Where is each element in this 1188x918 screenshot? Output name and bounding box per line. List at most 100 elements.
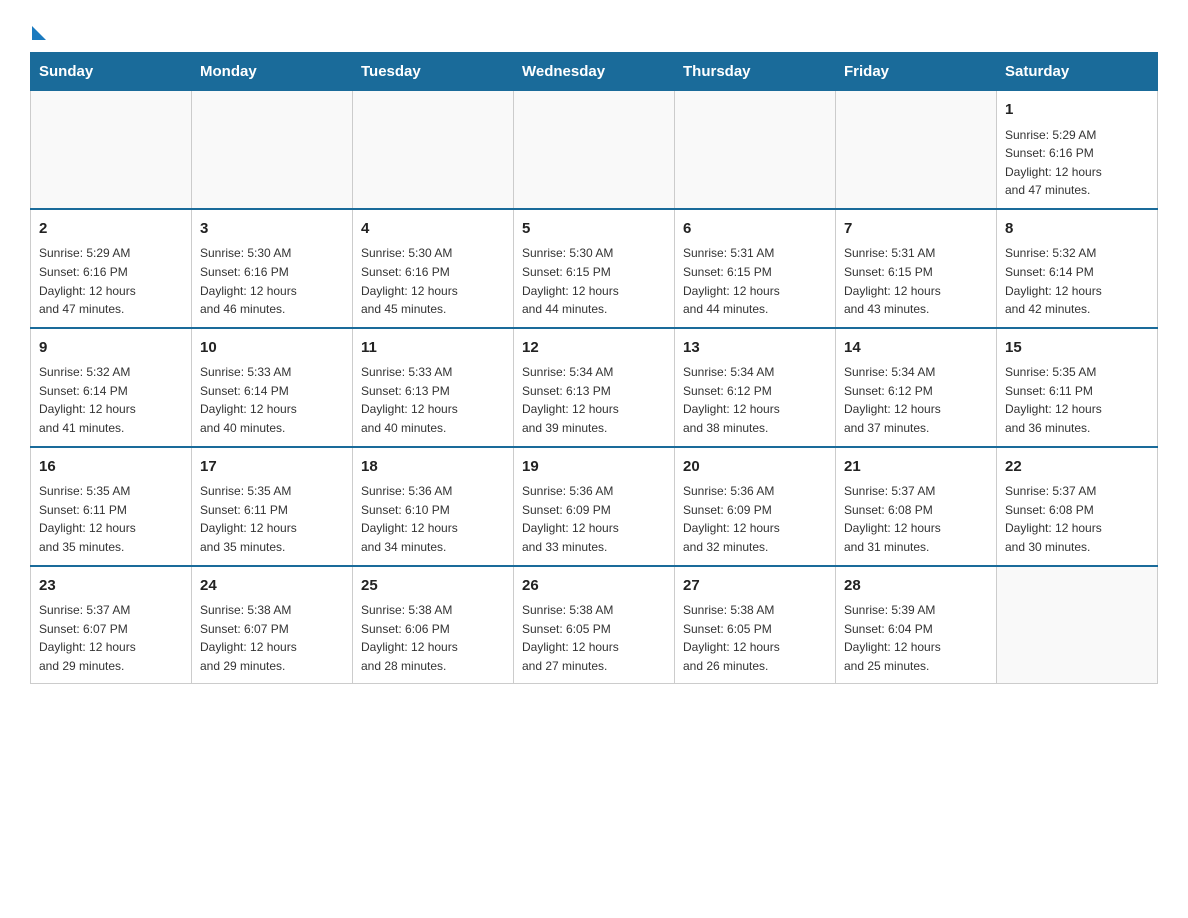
day-info: Sunrise: 5:38 AM Sunset: 6:07 PM Dayligh… bbox=[200, 601, 344, 675]
day-number: 4 bbox=[361, 218, 505, 241]
day-number: 20 bbox=[683, 456, 827, 479]
day-info: Sunrise: 5:33 AM Sunset: 6:14 PM Dayligh… bbox=[200, 363, 344, 437]
calendar-day-cell: 19 Sunrise: 5:36 AM Sunset: 6:09 PM Dayli… bbox=[514, 447, 675, 566]
day-number: 9 bbox=[39, 337, 183, 360]
calendar-day-cell: 18 Sunrise: 5:36 AM Sunset: 6:10 PM Dayli… bbox=[353, 447, 514, 566]
day-info: Sunrise: 5:30 AM Sunset: 6:16 PM Dayligh… bbox=[200, 244, 344, 318]
calendar-day-cell: 1 Sunrise: 5:29 AM Sunset: 6:16 PM Daylig… bbox=[997, 91, 1158, 209]
day-of-week-header: Wednesday bbox=[514, 53, 675, 91]
day-number: 13 bbox=[683, 337, 827, 360]
day-number: 12 bbox=[522, 337, 666, 360]
day-number: 7 bbox=[844, 218, 988, 241]
calendar-day-cell: 3 Sunrise: 5:30 AM Sunset: 6:16 PM Daylig… bbox=[192, 209, 353, 328]
day-number: 10 bbox=[200, 337, 344, 360]
day-info: Sunrise: 5:29 AM Sunset: 6:16 PM Dayligh… bbox=[1005, 126, 1149, 200]
calendar-day-cell bbox=[353, 91, 514, 209]
day-number: 17 bbox=[200, 456, 344, 479]
day-number: 15 bbox=[1005, 337, 1149, 360]
day-number: 19 bbox=[522, 456, 666, 479]
day-info: Sunrise: 5:36 AM Sunset: 6:09 PM Dayligh… bbox=[522, 482, 666, 556]
day-info: Sunrise: 5:35 AM Sunset: 6:11 PM Dayligh… bbox=[39, 482, 183, 556]
calendar-day-cell: 22 Sunrise: 5:37 AM Sunset: 6:08 PM Dayli… bbox=[997, 447, 1158, 566]
day-info: Sunrise: 5:38 AM Sunset: 6:05 PM Dayligh… bbox=[522, 601, 666, 675]
day-info: Sunrise: 5:36 AM Sunset: 6:09 PM Dayligh… bbox=[683, 482, 827, 556]
calendar-week-row: 2Sunrise: 5:29 AM Sunset: 6:16 PM Daylig… bbox=[31, 209, 1158, 328]
day-info: Sunrise: 5:36 AM Sunset: 6:10 PM Dayligh… bbox=[361, 482, 505, 556]
calendar-day-cell: 10 Sunrise: 5:33 AM Sunset: 6:14 PM Dayli… bbox=[192, 328, 353, 447]
calendar-day-cell: 16 Sunrise: 5:35 AM Sunset: 6:11 PM Dayli… bbox=[31, 447, 192, 566]
calendar-day-cell: 7 Sunrise: 5:31 AM Sunset: 6:15 PM Daylig… bbox=[836, 209, 997, 328]
day-number: 27 bbox=[683, 575, 827, 598]
day-info: Sunrise: 5:35 AM Sunset: 6:11 PM Dayligh… bbox=[1005, 363, 1149, 437]
day-number: 14 bbox=[844, 337, 988, 360]
day-info: Sunrise: 5:31 AM Sunset: 6:15 PM Dayligh… bbox=[683, 244, 827, 318]
page-header bbox=[30, 20, 1158, 36]
day-number: 3 bbox=[200, 218, 344, 241]
calendar-day-cell: 17 Sunrise: 5:35 AM Sunset: 6:11 PM Dayli… bbox=[192, 447, 353, 566]
calendar-day-cell: 2Sunrise: 5:29 AM Sunset: 6:16 PM Daylig… bbox=[31, 209, 192, 328]
day-info: Sunrise: 5:39 AM Sunset: 6:04 PM Dayligh… bbox=[844, 601, 988, 675]
calendar-day-cell bbox=[514, 91, 675, 209]
day-number: 28 bbox=[844, 575, 988, 598]
day-info: Sunrise: 5:37 AM Sunset: 6:08 PM Dayligh… bbox=[1005, 482, 1149, 556]
calendar-day-cell: 25 Sunrise: 5:38 AM Sunset: 6:06 PM Dayli… bbox=[353, 566, 514, 684]
calendar-day-cell: 27 Sunrise: 5:38 AM Sunset: 6:05 PM Dayli… bbox=[675, 566, 836, 684]
calendar-header-row: SundayMondayTuesdayWednesdayThursdayFrid… bbox=[31, 53, 1158, 91]
day-number: 8 bbox=[1005, 218, 1149, 241]
day-of-week-header: Sunday bbox=[31, 53, 192, 91]
calendar-day-cell: 14 Sunrise: 5:34 AM Sunset: 6:12 PM Dayli… bbox=[836, 328, 997, 447]
day-info: Sunrise: 5:34 AM Sunset: 6:12 PM Dayligh… bbox=[844, 363, 988, 437]
calendar-week-row: 9 Sunrise: 5:32 AM Sunset: 6:14 PM Daylig… bbox=[31, 328, 1158, 447]
day-info: Sunrise: 5:37 AM Sunset: 6:07 PM Dayligh… bbox=[39, 601, 183, 675]
calendar-day-cell: 8 Sunrise: 5:32 AM Sunset: 6:14 PM Daylig… bbox=[997, 209, 1158, 328]
day-of-week-header: Monday bbox=[192, 53, 353, 91]
day-info: Sunrise: 5:38 AM Sunset: 6:06 PM Dayligh… bbox=[361, 601, 505, 675]
calendar-day-cell: 15 Sunrise: 5:35 AM Sunset: 6:11 PM Dayli… bbox=[997, 328, 1158, 447]
day-number: 5 bbox=[522, 218, 666, 241]
calendar-day-cell: 24 Sunrise: 5:38 AM Sunset: 6:07 PM Dayli… bbox=[192, 566, 353, 684]
day-info: Sunrise: 5:34 AM Sunset: 6:12 PM Dayligh… bbox=[683, 363, 827, 437]
day-number: 24 bbox=[200, 575, 344, 598]
day-info: Sunrise: 5:37 AM Sunset: 6:08 PM Dayligh… bbox=[844, 482, 988, 556]
day-info: Sunrise: 5:32 AM Sunset: 6:14 PM Dayligh… bbox=[1005, 244, 1149, 318]
calendar-day-cell: 4Sunrise: 5:30 AM Sunset: 6:16 PM Daylig… bbox=[353, 209, 514, 328]
calendar-day-cell: 13 Sunrise: 5:34 AM Sunset: 6:12 PM Dayli… bbox=[675, 328, 836, 447]
day-number: 25 bbox=[361, 575, 505, 598]
day-info: Sunrise: 5:32 AM Sunset: 6:14 PM Dayligh… bbox=[39, 363, 183, 437]
calendar-day-cell: 6 Sunrise: 5:31 AM Sunset: 6:15 PM Daylig… bbox=[675, 209, 836, 328]
day-info: Sunrise: 5:30 AM Sunset: 6:15 PM Dayligh… bbox=[522, 244, 666, 318]
day-info: Sunrise: 5:38 AM Sunset: 6:05 PM Dayligh… bbox=[683, 601, 827, 675]
calendar-day-cell bbox=[836, 91, 997, 209]
calendar-day-cell bbox=[997, 566, 1158, 684]
day-info: Sunrise: 5:35 AM Sunset: 6:11 PM Dayligh… bbox=[200, 482, 344, 556]
day-info: Sunrise: 5:33 AM Sunset: 6:13 PM Dayligh… bbox=[361, 363, 505, 437]
calendar-day-cell: 20 Sunrise: 5:36 AM Sunset: 6:09 PM Dayli… bbox=[675, 447, 836, 566]
calendar-day-cell: 28 Sunrise: 5:39 AM Sunset: 6:04 PM Dayli… bbox=[836, 566, 997, 684]
logo bbox=[30, 20, 46, 36]
calendar-table: SundayMondayTuesdayWednesdayThursdayFrid… bbox=[30, 52, 1158, 684]
day-number: 23 bbox=[39, 575, 183, 598]
day-number: 1 bbox=[1005, 99, 1149, 122]
day-number: 16 bbox=[39, 456, 183, 479]
day-number: 2 bbox=[39, 218, 183, 241]
day-number: 18 bbox=[361, 456, 505, 479]
day-number: 11 bbox=[361, 337, 505, 360]
day-number: 6 bbox=[683, 218, 827, 241]
calendar-day-cell: 9 Sunrise: 5:32 AM Sunset: 6:14 PM Daylig… bbox=[31, 328, 192, 447]
day-number: 22 bbox=[1005, 456, 1149, 479]
day-of-week-header: Friday bbox=[836, 53, 997, 91]
calendar-day-cell bbox=[31, 91, 192, 209]
calendar-week-row: 16 Sunrise: 5:35 AM Sunset: 6:11 PM Dayli… bbox=[31, 447, 1158, 566]
calendar-day-cell bbox=[675, 91, 836, 209]
calendar-day-cell: 11 Sunrise: 5:33 AM Sunset: 6:13 PM Dayli… bbox=[353, 328, 514, 447]
day-info: Sunrise: 5:34 AM Sunset: 6:13 PM Dayligh… bbox=[522, 363, 666, 437]
calendar-day-cell: 21Sunrise: 5:37 AM Sunset: 6:08 PM Dayli… bbox=[836, 447, 997, 566]
logo-triangle-icon bbox=[32, 26, 46, 40]
day-info: Sunrise: 5:31 AM Sunset: 6:15 PM Dayligh… bbox=[844, 244, 988, 318]
calendar-day-cell: 26Sunrise: 5:38 AM Sunset: 6:05 PM Dayli… bbox=[514, 566, 675, 684]
day-of-week-header: Tuesday bbox=[353, 53, 514, 91]
calendar-day-cell: 12 Sunrise: 5:34 AM Sunset: 6:13 PM Dayli… bbox=[514, 328, 675, 447]
day-of-week-header: Saturday bbox=[997, 53, 1158, 91]
calendar-day-cell: 23 Sunrise: 5:37 AM Sunset: 6:07 PM Dayli… bbox=[31, 566, 192, 684]
calendar-day-cell: 5 Sunrise: 5:30 AM Sunset: 6:15 PM Daylig… bbox=[514, 209, 675, 328]
